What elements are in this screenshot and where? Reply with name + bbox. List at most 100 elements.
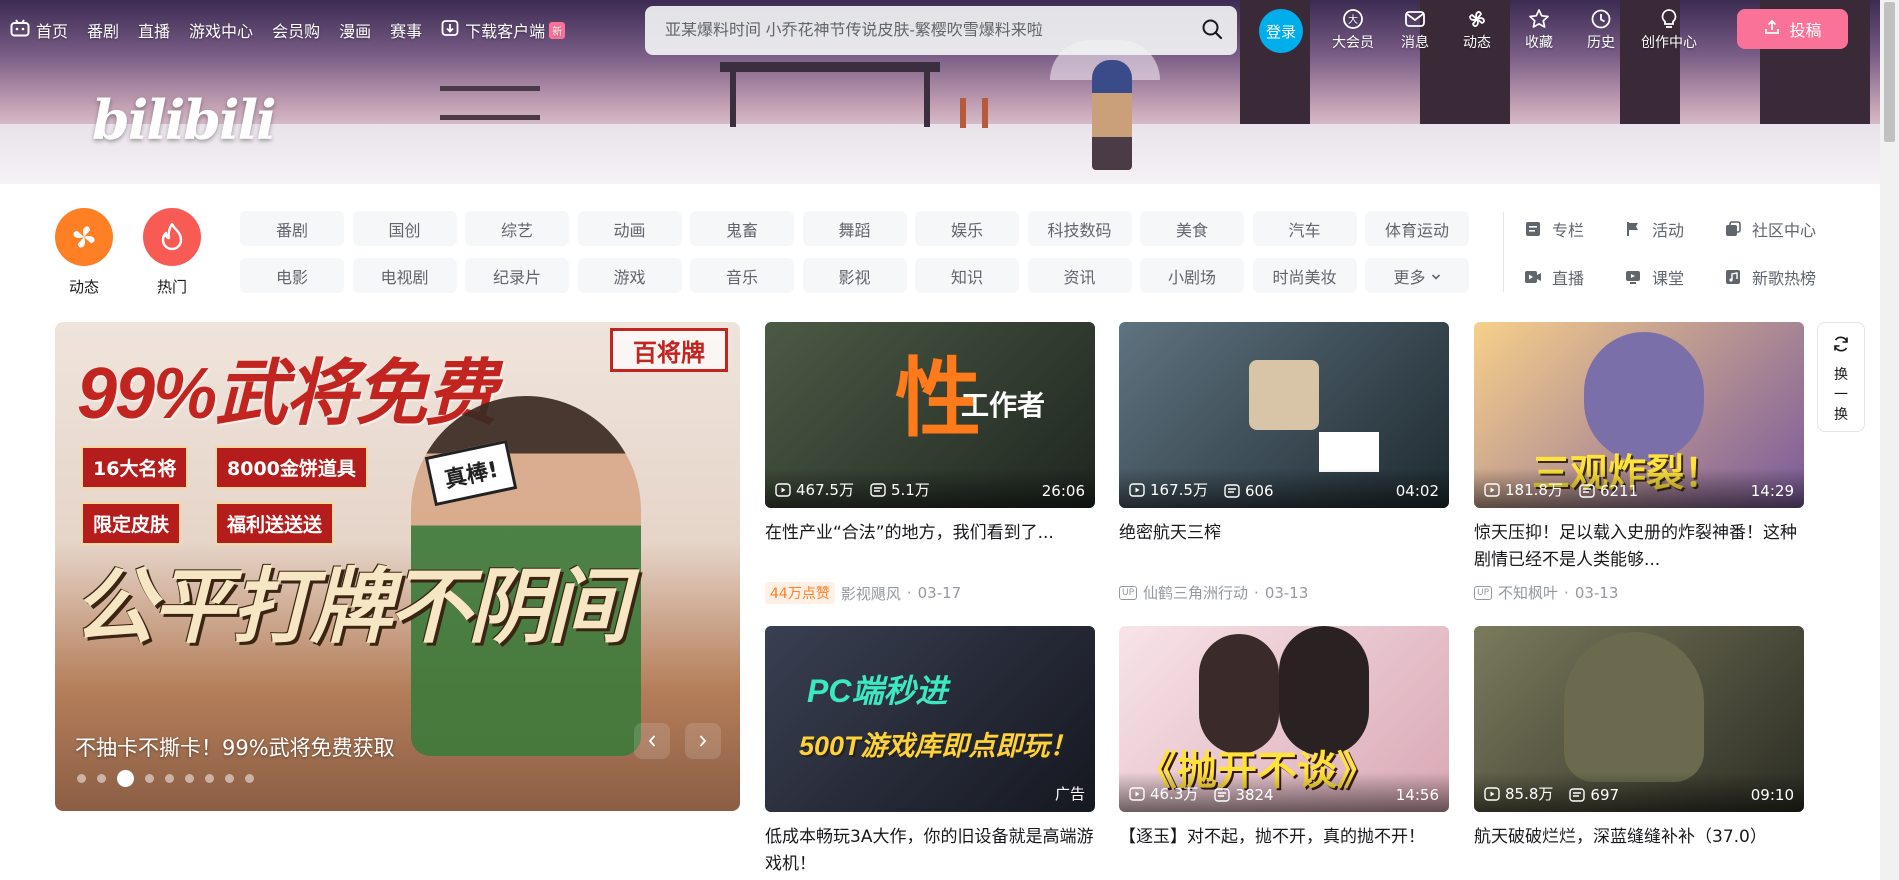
video-author[interactable]: 不知枫叶 (1498, 582, 1558, 603)
tag-mini-theater[interactable]: 小剧场 (1140, 258, 1244, 293)
link-new-songs[interactable]: 新歌热榜 (1724, 258, 1846, 295)
nav-favorites[interactable]: 收藏 (1508, 6, 1570, 52)
carousel-dot[interactable] (165, 774, 174, 783)
tag-sports[interactable]: 体育运动 (1365, 211, 1469, 246)
video-thumbnail[interactable]: 85.8万 697 09:10 (1474, 626, 1804, 812)
channel-bar: 动态 热门 番剧 国创 综艺 动画 鬼畜 舞蹈 娱乐 科技数码 美食 汽车 体育… (0, 184, 1880, 304)
carousel-dot[interactable] (185, 774, 194, 783)
video-card[interactable]: 《抛开不谈》 46.3万 3824 14:56 【逐玉】对不起，抛不开，真的抛不… (1119, 626, 1449, 878)
refresh-label: 换一换 (1834, 365, 1848, 425)
ad-card[interactable]: PC端秒进 500T游戏库即点即玩！ 广告 低成本畅玩3A大作，你的旧设备就是高… (765, 626, 1095, 878)
login-button[interactable]: 登录 (1259, 9, 1303, 53)
tag-music[interactable]: 音乐 (690, 258, 794, 293)
search-input[interactable] (665, 21, 1201, 40)
nav-creator-center[interactable]: 创作中心 (1632, 6, 1706, 52)
tag-tv[interactable]: 电视剧 (352, 258, 457, 293)
channel-hot[interactable]: 热门 (142, 208, 202, 297)
video-thumbnail[interactable]: 167.5万 606 04:02 (1119, 322, 1449, 508)
tag-documentary[interactable]: 纪录片 (465, 258, 569, 293)
tag-tech[interactable]: 科技数码 (1027, 211, 1132, 246)
tag-entertainment[interactable]: 娱乐 (915, 211, 1019, 246)
link-community[interactable]: 社区中心 (1724, 210, 1846, 247)
carousel-prev-button[interactable] (634, 723, 670, 759)
link-live-label: 直播 (1552, 268, 1585, 288)
tag-kichiku[interactable]: 鬼畜 (690, 211, 794, 246)
video-card[interactable]: 性 工作者 467.5万 5.1万 26:06 在性产业“合法”的地方，我们看到… (765, 322, 1095, 604)
carousel-caption[interactable]: 不抽卡不撕卡！99%武将免费获取 (75, 732, 395, 762)
carousel-dot[interactable] (205, 774, 214, 783)
video-card[interactable]: 85.8万 697 09:10 航天破破烂烂，深蓝缝缝补补（37.0） (1474, 626, 1804, 878)
nav-vip[interactable]: 大 大会员 (1322, 6, 1384, 52)
carousel-dot[interactable] (77, 774, 86, 783)
nav-esports[interactable]: 赛事 (390, 18, 422, 42)
refresh-button[interactable]: 换一换 (1817, 322, 1865, 432)
video-title[interactable]: 航天破破烂烂，深蓝缝缝补补（37.0） (1474, 824, 1804, 878)
tag-movie[interactable]: 电影 (240, 258, 344, 293)
carousel-dot[interactable] (225, 774, 234, 783)
video-title[interactable]: 低成本畅玩3A大作，你的旧设备就是高端游戏机！ (765, 824, 1095, 878)
nav-messages[interactable]: 消息 (1384, 6, 1446, 52)
link-classroom[interactable]: 课堂 (1624, 258, 1712, 295)
video-thumbnail[interactable]: PC端秒进 500T游戏库即点即玩！ 广告 (765, 626, 1095, 812)
nav-mall[interactable]: 会员购 (272, 18, 320, 42)
video-title[interactable]: 【逐玉】对不起，抛不开，真的抛不开！ (1119, 824, 1449, 878)
tag-news[interactable]: 资讯 (1027, 258, 1132, 293)
video-title[interactable]: 在性产业“合法”的地方，我们看到了... (765, 520, 1095, 574)
video-title[interactable]: 绝密航天三榨 (1119, 520, 1449, 574)
nav-bangumi[interactable]: 番剧 (87, 18, 119, 42)
video-title[interactable]: 惊天压抑！足以载入史册的炸裂神番！这种剧情已经不是人类能够... (1474, 520, 1804, 574)
banner-carousel[interactable]: 99%武将免费 百将牌 16大名将 8000金饼道具 限定皮肤 福利送送送 真棒… (55, 322, 740, 811)
tag-guochuang[interactable]: 国创 (352, 211, 457, 246)
nav-vip-label: 大会员 (1332, 35, 1374, 51)
tag-animation[interactable]: 动画 (577, 211, 682, 246)
link-live[interactable]: 直播 (1524, 258, 1612, 295)
upload-button[interactable]: 投稿 (1737, 9, 1848, 49)
tag-more[interactable]: 更多 (1365, 258, 1469, 293)
carousel-chip: 8000金饼道具 (215, 446, 368, 489)
nav-game-center[interactable]: 游戏中心 (189, 18, 253, 42)
search-icon[interactable] (1201, 18, 1223, 44)
play-count-icon (1484, 786, 1500, 801)
tag-dance[interactable]: 舞蹈 (802, 211, 907, 246)
tag-knowledge[interactable]: 知识 (915, 258, 1019, 293)
classroom-icon (1624, 269, 1642, 285)
bilibili-logo[interactable]: bilibili (92, 88, 277, 152)
link-article[interactable]: 专栏 (1524, 210, 1612, 247)
video-author[interactable]: 仙鹤三角洲行动 (1143, 582, 1248, 603)
nav-download-client[interactable]: 下载客户端 新 (441, 18, 566, 42)
tag-food[interactable]: 美食 (1140, 211, 1244, 246)
tag-film[interactable]: 影视 (802, 258, 907, 293)
nav-history[interactable]: 历史 (1570, 6, 1632, 52)
carousel-dot[interactable] (97, 774, 106, 783)
view-count-value: 85.8万 (1505, 785, 1554, 803)
nav-live[interactable]: 直播 (138, 18, 170, 42)
page-scrollbar[interactable] (1880, 0, 1899, 880)
nav-manga[interactable]: 漫画 (339, 18, 371, 42)
tag-game[interactable]: 游戏 (577, 258, 682, 293)
video-card[interactable]: 三观炸裂！ 181.8万 6211 14:29 惊天压抑！足以载入史册的炸裂神番… (1474, 322, 1804, 603)
carousel-dot[interactable] (245, 774, 254, 783)
link-activity[interactable]: 活动 (1624, 210, 1712, 247)
video-card[interactable]: 167.5万 606 04:02 绝密航天三榨 UP 仙鹤三角洲行动 · 03-… (1119, 322, 1449, 603)
play-count-icon (1484, 482, 1500, 497)
scrollbar-thumb[interactable] (1884, 2, 1895, 142)
carousel-dot[interactable] (117, 770, 134, 787)
channel-dynamic[interactable]: 动态 (54, 208, 114, 297)
nav-history-label: 历史 (1587, 35, 1615, 51)
carousel-dot[interactable] (145, 774, 154, 783)
tag-fashion[interactable]: 时尚美妆 (1252, 258, 1357, 293)
thumb-actor (1279, 626, 1369, 756)
video-thumbnail[interactable]: 三观炸裂！ 181.8万 6211 14:29 (1474, 322, 1804, 508)
video-thumbnail[interactable]: 性 工作者 467.5万 5.1万 26:06 (765, 322, 1095, 508)
nav-home[interactable]: 首页 (10, 18, 68, 42)
nav-dynamic[interactable]: 动态 (1446, 6, 1508, 52)
tag-bangumi[interactable]: 番剧 (240, 211, 344, 246)
fire-icon (143, 208, 201, 266)
meta-separator: · (906, 584, 912, 602)
video-stats: 181.8万 6211 14:29 (1474, 468, 1804, 508)
video-thumbnail[interactable]: 《抛开不谈》 46.3万 3824 14:56 (1119, 626, 1449, 812)
video-author[interactable]: 影视飓风 (841, 583, 901, 604)
tag-variety[interactable]: 综艺 (465, 211, 569, 246)
carousel-next-button[interactable] (685, 723, 721, 759)
tag-car[interactable]: 汽车 (1252, 211, 1357, 246)
